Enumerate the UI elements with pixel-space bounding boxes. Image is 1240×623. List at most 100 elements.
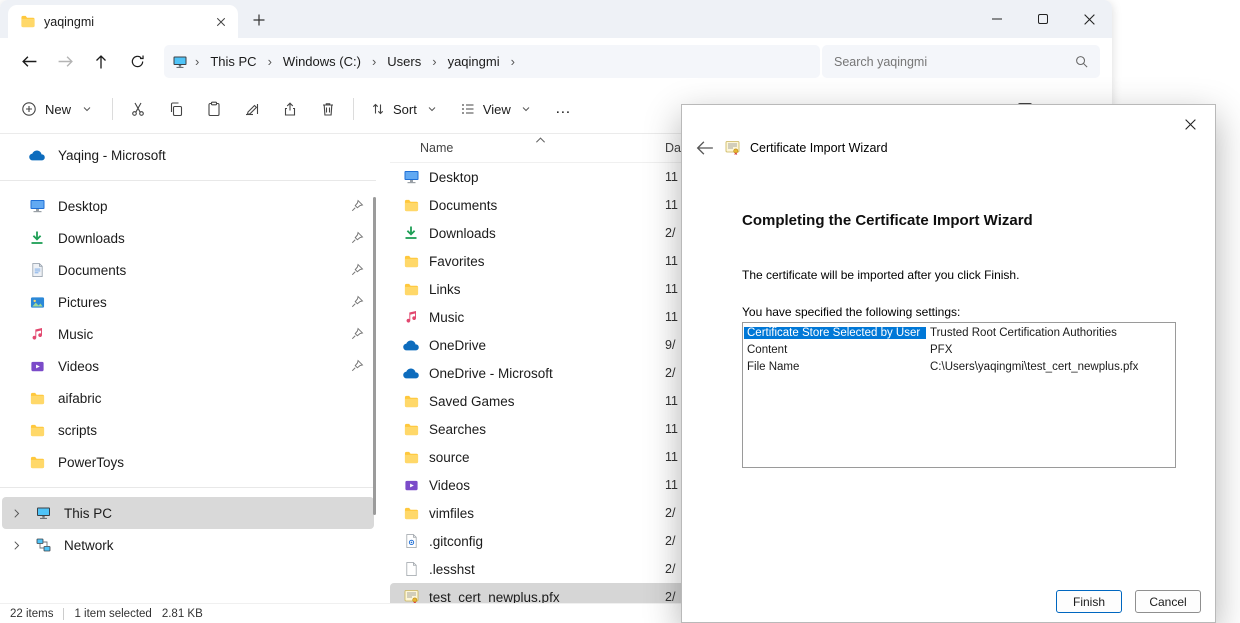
sidebar-item-scripts[interactable]: scripts bbox=[2, 414, 374, 446]
monitor-icon bbox=[172, 54, 188, 70]
tab-title: yaqingmi bbox=[44, 15, 202, 29]
setting-key: File Name bbox=[744, 361, 926, 373]
sidebar-item-powertoys[interactable]: PowerToys bbox=[2, 446, 374, 478]
sidebar-item-downloads[interactable]: Downloads bbox=[2, 222, 374, 254]
minimize-button[interactable] bbox=[974, 0, 1020, 38]
search-icon bbox=[1072, 53, 1090, 71]
chevron-right-icon[interactable] bbox=[10, 536, 22, 554]
forward-button[interactable] bbox=[48, 45, 82, 79]
wizard-heading: Completing the Certificate Import Wizard bbox=[742, 212, 1033, 229]
copy-button[interactable] bbox=[157, 91, 195, 127]
folder-icon bbox=[28, 453, 46, 471]
sidebar-item-aifabric[interactable]: aifabric bbox=[2, 382, 374, 414]
new-button[interactable]: New bbox=[10, 91, 106, 127]
close-button[interactable] bbox=[1066, 0, 1112, 38]
file-date-modified: 11 bbox=[665, 422, 678, 436]
dialog-title: Certificate Import Wizard bbox=[750, 141, 888, 155]
file-name: vimfiles bbox=[429, 506, 656, 521]
file-name: Music bbox=[429, 310, 656, 325]
certificate-icon bbox=[402, 588, 420, 603]
certificate-wizard-icon bbox=[723, 139, 741, 157]
file-name: OneDrive bbox=[429, 338, 656, 353]
sort-button[interactable]: Sort bbox=[360, 91, 450, 127]
pin-icon bbox=[349, 199, 364, 214]
file-name: .lesshst bbox=[429, 562, 656, 577]
settings-list[interactable]: Certificate Store Selected by UserTruste… bbox=[742, 322, 1176, 468]
rename-button[interactable] bbox=[233, 91, 271, 127]
tab-close-icon[interactable] bbox=[210, 11, 232, 33]
setting-row-content[interactable]: ContentPFX bbox=[744, 341, 1174, 358]
dialog-close-button[interactable] bbox=[1173, 111, 1207, 137]
sidebar-item-label: This PC bbox=[64, 506, 112, 521]
breadcrumb-item-windows-c[interactable]: Windows (C:) bbox=[277, 51, 367, 72]
folder-icon bbox=[20, 14, 36, 30]
file-date-modified: 11 bbox=[665, 394, 678, 408]
screen: yaqingmi ›This PC›Windows (C:)›Users›yaq… bbox=[0, 0, 1240, 623]
search-input[interactable] bbox=[832, 54, 1066, 70]
cut-button[interactable] bbox=[119, 91, 157, 127]
file-date-modified: 11 bbox=[665, 170, 678, 184]
sidebar-item-onedrive[interactable]: Yaqing - Microsoft bbox=[2, 139, 374, 171]
file-date-modified: 9/ bbox=[665, 338, 675, 352]
sidebar-item-label: Music bbox=[58, 327, 93, 342]
videos-icon bbox=[402, 476, 420, 494]
breadcrumb-chevron-icon: › bbox=[265, 54, 275, 69]
breadcrumb-chevron-icon: › bbox=[508, 54, 518, 69]
sidebar-item-this-pc[interactable]: This PC bbox=[2, 497, 374, 529]
file-date-modified: 2/ bbox=[665, 534, 675, 548]
view-button[interactable]: View bbox=[450, 91, 544, 127]
setting-value: Trusted Root Certification Authorities bbox=[926, 327, 1121, 339]
file-date-modified: 2/ bbox=[665, 562, 675, 576]
setting-row-certificate-store-selected-by-user[interactable]: Certificate Store Selected by UserTruste… bbox=[744, 324, 1174, 341]
file-name: test_cert_newplus.pfx bbox=[429, 590, 656, 604]
refresh-button[interactable] bbox=[120, 45, 154, 79]
sidebar-item-network[interactable]: Network bbox=[2, 529, 374, 561]
pin-icon bbox=[349, 263, 364, 278]
breadcrumb-item-yaqingmi[interactable]: yaqingmi bbox=[442, 51, 506, 72]
sidebar-item-label: Downloads bbox=[58, 231, 125, 246]
file-name: Downloads bbox=[429, 226, 656, 241]
sidebar-item-pictures[interactable]: Pictures bbox=[2, 286, 374, 318]
selection-status: 1 item selected bbox=[74, 608, 151, 620]
new-tab-button[interactable] bbox=[244, 5, 274, 35]
up-button[interactable] bbox=[84, 45, 118, 79]
delete-button[interactable] bbox=[309, 91, 347, 127]
breadcrumb-item-users[interactable]: Users bbox=[381, 51, 427, 72]
folder-icon bbox=[28, 421, 46, 439]
breadcrumb-chevron-icon: › bbox=[192, 54, 202, 69]
back-arrow-icon[interactable] bbox=[696, 139, 714, 157]
folder-icon bbox=[402, 392, 420, 410]
setting-row-file-name[interactable]: File NameC:\Users\yaqingmi\test_cert_new… bbox=[744, 358, 1174, 375]
file-date-modified: 2/ bbox=[665, 590, 675, 603]
pin-icon bbox=[349, 295, 364, 310]
file-date-modified: 11 bbox=[665, 198, 678, 212]
share-button[interactable] bbox=[271, 91, 309, 127]
pin-icon bbox=[349, 231, 364, 246]
breadcrumb-item-this-pc[interactable]: This PC bbox=[204, 51, 262, 72]
file-name: Documents bbox=[429, 198, 656, 213]
back-button[interactable] bbox=[12, 45, 46, 79]
file-date-modified: 11 bbox=[665, 478, 678, 492]
sidebar-item-music[interactable]: Music bbox=[2, 318, 374, 350]
cancel-button[interactable]: Cancel bbox=[1135, 590, 1201, 613]
date-column-header[interactable]: Da bbox=[665, 141, 681, 155]
explorer-tab[interactable]: yaqingmi bbox=[8, 5, 238, 38]
paste-button[interactable] bbox=[195, 91, 233, 127]
search-box[interactable] bbox=[822, 45, 1100, 78]
downloads-icon bbox=[28, 229, 46, 247]
more-options-button[interactable]: … bbox=[544, 91, 582, 127]
maximize-button[interactable] bbox=[1020, 0, 1066, 38]
sidebar-item-label: Yaqing - Microsoft bbox=[58, 148, 166, 163]
chevron-right-icon[interactable] bbox=[10, 504, 22, 522]
breadcrumb[interactable]: ›This PC›Windows (C:)›Users›yaqingmi› bbox=[164, 45, 820, 78]
sidebar-item-desktop[interactable]: Desktop bbox=[2, 190, 374, 222]
chevron-down-icon bbox=[423, 100, 441, 118]
finish-button[interactable]: Finish bbox=[1056, 590, 1122, 613]
sidebar-item-documents[interactable]: Documents bbox=[2, 254, 374, 286]
music-icon bbox=[28, 325, 46, 343]
sidebar-item-videos[interactable]: Videos bbox=[2, 350, 374, 382]
sidebar-item-label: Desktop bbox=[58, 199, 108, 214]
folder-icon bbox=[402, 196, 420, 214]
videos-icon bbox=[28, 357, 46, 375]
sidebar-divider bbox=[0, 180, 376, 181]
